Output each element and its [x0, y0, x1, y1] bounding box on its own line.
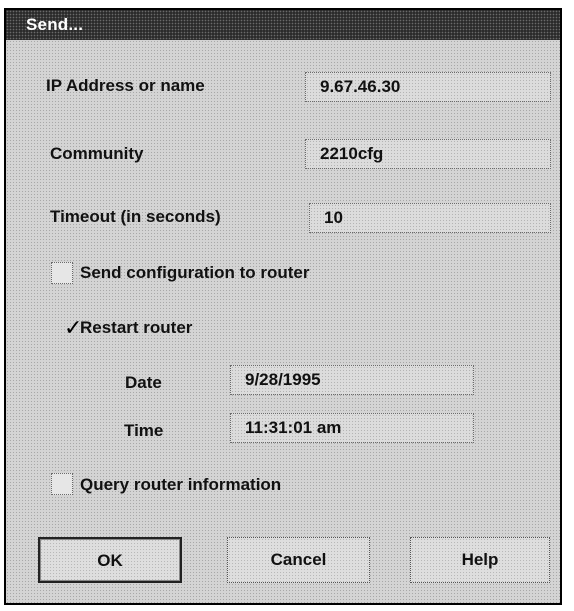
community-label: Community: [50, 144, 144, 163]
ip-address-input[interactable]: 9.67.46.30: [305, 72, 551, 102]
query-router-checkbox[interactable]: [51, 473, 73, 495]
send-dialog: Send... IP Address or name 9.67.46.30 Co…: [4, 8, 562, 605]
title-bar[interactable]: Send...: [6, 10, 560, 40]
time-label: Time: [124, 421, 164, 440]
ip-address-label: IP Address or name: [46, 76, 205, 95]
timeout-label: Timeout (in seconds): [50, 207, 221, 226]
timeout-input[interactable]: 10: [309, 203, 551, 233]
restart-router-label: Restart router: [80, 318, 193, 337]
dialog-title: Send...: [26, 15, 84, 34]
send-config-checkbox[interactable]: [51, 262, 73, 284]
send-config-label: Send configuration to router: [80, 263, 310, 282]
date-label: Date: [125, 373, 162, 392]
query-router-label: Query router information: [80, 475, 282, 494]
ok-button[interactable]: OK: [38, 537, 182, 583]
time-input[interactable]: 11:31:01 am: [230, 413, 474, 443]
help-button[interactable]: Help: [410, 537, 550, 583]
cancel-button[interactable]: Cancel: [227, 537, 370, 583]
community-input[interactable]: 2210cfg: [305, 139, 551, 169]
date-input[interactable]: 9/28/1995: [230, 365, 474, 395]
